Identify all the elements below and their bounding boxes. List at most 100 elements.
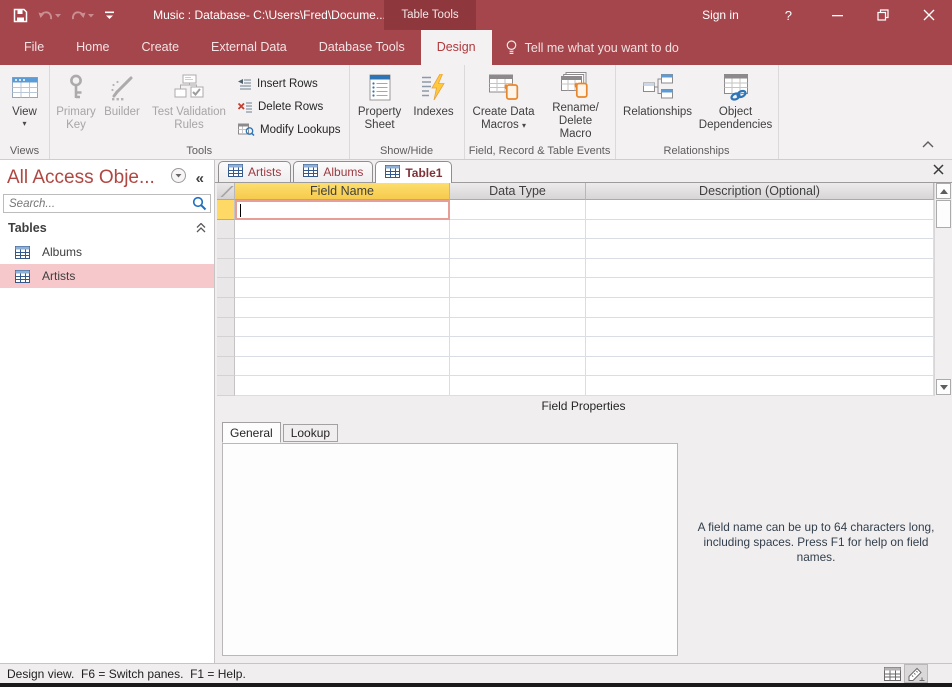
field-name-cell[interactable]: [235, 298, 450, 318]
insert-rows-button[interactable]: Insert Rows: [233, 74, 346, 93]
tab-lookup[interactable]: Lookup: [283, 424, 338, 442]
modify-lookups-button[interactable]: Modify Lookups: [233, 120, 346, 139]
ribbon-tab-home[interactable]: Home: [60, 30, 125, 65]
tell-me-box[interactable]: Tell me what you want to do: [506, 30, 679, 65]
restore-button[interactable]: [860, 0, 906, 30]
grid-row: [217, 298, 934, 318]
field-name-cell[interactable]: [235, 376, 450, 396]
description-cell[interactable]: [586, 318, 934, 338]
field-name-cell[interactable]: [235, 239, 450, 259]
document-tab-table1[interactable]: Table1: [375, 161, 452, 183]
create-data-macros-button[interactable]: Create Data Macros ▾: [468, 67, 540, 141]
row-selector[interactable]: [217, 337, 235, 357]
field-name-cell[interactable]: [235, 357, 450, 377]
sign-in-button[interactable]: Sign in: [678, 8, 763, 22]
search-input[interactable]: [4, 198, 190, 210]
view-button[interactable]: View ▾: [9, 67, 41, 141]
primary-key-button[interactable]: Primary Key: [53, 67, 99, 141]
description-cell[interactable]: [586, 376, 934, 396]
data-type-cell[interactable]: [450, 357, 586, 377]
data-type-cell[interactable]: [450, 239, 586, 259]
description-cell[interactable]: [586, 357, 934, 377]
data-type-cell[interactable]: [450, 376, 586, 396]
table-design-grid: Field Name Data Type Description (Option…: [217, 183, 952, 396]
row-selector[interactable]: [217, 239, 235, 259]
undo-button[interactable]: [38, 9, 61, 21]
design-view-button[interactable]: [904, 664, 928, 683]
ribbon-tab-external-data[interactable]: External Data: [195, 30, 303, 65]
property-sheet-button[interactable]: Property Sheet: [353, 67, 407, 141]
description-cell[interactable]: [586, 278, 934, 298]
data-type-cell[interactable]: [450, 298, 586, 318]
ribbon-tab-file[interactable]: File: [8, 30, 60, 65]
help-button[interactable]: ?: [763, 8, 814, 23]
field-name-cell[interactable]: [235, 337, 450, 357]
description-cell[interactable]: [586, 337, 934, 357]
ribbon: View ▾ Views Primary Key Builder: [0, 65, 952, 160]
grid-row: [217, 357, 934, 377]
collapse-ribbon-button[interactable]: [922, 135, 934, 153]
field-name-cell[interactable]: [235, 318, 450, 338]
nav-pane-menu-button[interactable]: [171, 168, 186, 188]
description-cell[interactable]: [586, 239, 934, 259]
document-tab-artists[interactable]: Artists: [218, 161, 291, 182]
description-cell[interactable]: [586, 200, 934, 220]
nav-pane-title[interactable]: All Access Obje...: [7, 167, 171, 189]
table-icon: [303, 164, 318, 180]
row-selector[interactable]: [217, 357, 235, 377]
builder-button[interactable]: Builder: [99, 67, 145, 141]
document-tab-albums[interactable]: Albums: [293, 161, 373, 182]
tab-general[interactable]: General: [222, 422, 281, 443]
data-type-cell[interactable]: [450, 337, 586, 357]
restore-icon: [877, 9, 889, 21]
view-shortcuts: [880, 664, 928, 683]
row-selector[interactable]: [217, 259, 235, 279]
save-button[interactable]: [13, 8, 28, 23]
description-cell[interactable]: [586, 298, 934, 318]
search-icon[interactable]: [190, 196, 210, 211]
ribbon-tab-database-tools[interactable]: Database Tools: [303, 30, 421, 65]
nav-item-artists[interactable]: Artists: [0, 264, 214, 288]
row-selector[interactable]: [217, 298, 235, 318]
object-dependencies-button[interactable]: Object Dependencies: [697, 67, 775, 141]
field-name-cell[interactable]: [235, 220, 450, 240]
row-selector[interactable]: [217, 376, 235, 396]
field-name-cell[interactable]: [235, 259, 450, 279]
relationships-button[interactable]: Relationships: [619, 67, 697, 141]
ribbon-tab-bar: FileHomeCreateExternal DataDatabase Tool…: [0, 30, 492, 65]
row-selector[interactable]: [217, 220, 235, 240]
data-type-cell[interactable]: [450, 278, 586, 298]
row-selector[interactable]: [217, 278, 235, 298]
indexes-button[interactable]: Indexes: [407, 67, 461, 141]
close-document-button[interactable]: [933, 164, 944, 175]
nav-item-albums[interactable]: Albums: [0, 240, 214, 264]
scrollbar-thumb[interactable]: [936, 200, 951, 228]
field-name-cell[interactable]: [235, 200, 450, 220]
data-type-cell[interactable]: [450, 259, 586, 279]
vertical-scrollbar[interactable]: [934, 183, 952, 396]
row-selector[interactable]: [217, 200, 235, 220]
row-selector[interactable]: [217, 318, 235, 338]
test-validation-rules-button[interactable]: Test Validation Rules: [145, 67, 233, 141]
scroll-down-button[interactable]: [936, 379, 951, 395]
customize-qat-button[interactable]: [104, 11, 115, 20]
datasheet-view-button[interactable]: [880, 664, 904, 683]
data-type-cell[interactable]: [450, 200, 586, 220]
minimize-button[interactable]: [814, 0, 860, 30]
field-name-cell[interactable]: [235, 278, 450, 298]
description-cell[interactable]: [586, 220, 934, 240]
data-type-cell[interactable]: [450, 220, 586, 240]
rename-delete-macro-button[interactable]: Rename/ Delete Macro: [540, 67, 612, 141]
ribbon-tab-create[interactable]: Create: [126, 30, 196, 65]
nav-group-tables[interactable]: Tables: [0, 216, 214, 240]
scroll-up-button[interactable]: [936, 183, 951, 199]
shutter-bar-close-button[interactable]: «: [191, 170, 209, 187]
delete-rows-button[interactable]: Delete Rows: [233, 97, 346, 116]
close-button[interactable]: [906, 0, 952, 30]
group-label-events: Field, Record & Table Events: [465, 145, 615, 157]
redo-button[interactable]: [71, 9, 94, 21]
data-type-cell[interactable]: [450, 318, 586, 338]
ribbon-tab-design[interactable]: Design: [421, 30, 492, 65]
description-cell[interactable]: [586, 259, 934, 279]
lightbulb-icon: [506, 40, 517, 56]
